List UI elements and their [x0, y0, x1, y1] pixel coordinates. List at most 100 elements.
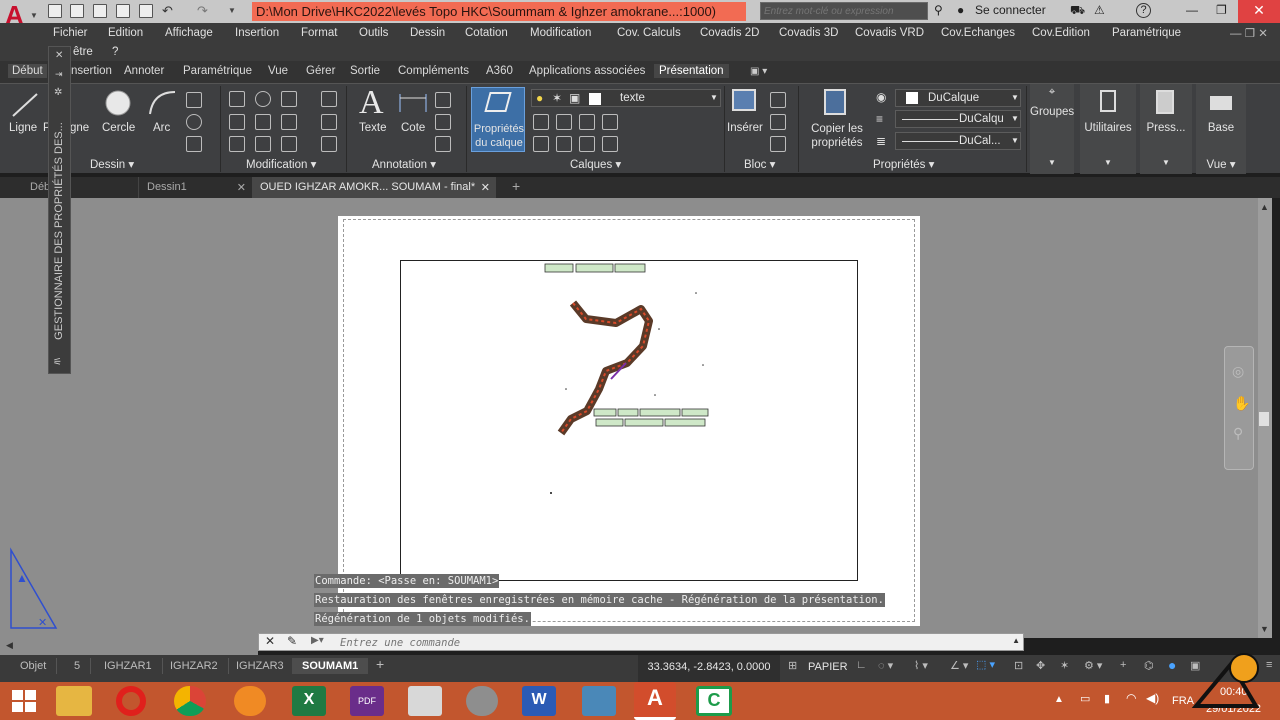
customize-icon[interactable]: ≡: [1266, 659, 1272, 671]
menu-item-12[interactable]: Covadis VRD: [855, 27, 924, 39]
layer-match-icon[interactable]: [533, 136, 549, 152]
ribbon-tab-2[interactable]: Annoter: [124, 65, 164, 77]
panel-bloc[interactable]: Bloc ▾: [744, 157, 775, 171]
photos-icon[interactable]: [582, 686, 616, 716]
move-icon[interactable]: [229, 91, 245, 107]
binoculars-icon[interactable]: ⚲: [934, 3, 943, 17]
doc-window-controls[interactable]: — ❐ ✕: [1230, 26, 1268, 40]
ribbon-tab-5[interactable]: Gérer: [306, 65, 335, 77]
offset-icon[interactable]: [321, 136, 337, 152]
tab-dessin1[interactable]: Dessin1 ✕: [138, 177, 250, 198]
menu-item-1[interactable]: Edition: [108, 27, 143, 39]
ribbon-tab-1[interactable]: nsertion: [71, 65, 112, 77]
wrench-icon[interactable]: ✎: [287, 634, 297, 648]
windows-start-icon[interactable]: [12, 690, 36, 712]
ribbon-tab-10[interactable]: Présentation: [654, 64, 729, 78]
exchange-icon[interactable]: ⚠: [1094, 3, 1105, 17]
menu-item-fenetre[interactable]: être: [73, 46, 93, 58]
panel-annotation[interactable]: Annotation ▾: [372, 157, 436, 171]
rotate-icon[interactable]: [255, 91, 271, 107]
new-tab-button[interactable]: +: [504, 177, 528, 198]
layer-off-icon[interactable]: [533, 114, 549, 130]
insert-block-icon[interactable]: [732, 89, 756, 111]
leader-icon[interactable]: [435, 114, 451, 130]
circle-icon[interactable]: [103, 88, 133, 118]
autocad-taskbar-icon[interactable]: A: [634, 682, 676, 720]
ortho-icon[interactable]: ∟: [856, 659, 867, 671]
pin-icon[interactable]: ⇥: [55, 69, 63, 80]
scroll-up-icon[interactable]: ▲: [1260, 202, 1269, 212]
ribbon-tab-3[interactable]: Paramétrique: [183, 65, 252, 77]
scroll-thumb[interactable]: [1259, 412, 1269, 426]
menu-item-13[interactable]: Cov.Echanges: [941, 27, 1015, 39]
edit-block-icon[interactable]: [770, 114, 786, 130]
layer-walk-icon[interactable]: [579, 136, 595, 152]
annotation-icon[interactable]: ⊡: [1014, 659, 1023, 672]
properties-manager-palette[interactable]: ✕ ⇥ ✲ GESTIONNAIRE DES PROPRIÉTÉS DES...…: [48, 46, 71, 374]
attribute-icon[interactable]: [770, 136, 786, 152]
menu-item-4[interactable]: Format: [301, 27, 337, 39]
menu-item-8[interactable]: Modification: [530, 27, 591, 39]
hatch-icon[interactable]: [186, 114, 202, 130]
mirror-icon[interactable]: [255, 114, 271, 130]
viewport[interactable]: [400, 260, 858, 581]
layer-freeze-icon[interactable]: [579, 114, 595, 130]
layout-tab-5[interactable]: 5: [64, 658, 92, 674]
vertical-scrollbar[interactable]: ▲ ▼: [1258, 198, 1272, 638]
polar-icon[interactable]: ◌ ▾: [878, 659, 893, 672]
chrome-icon[interactable]: [174, 686, 206, 716]
palette-menu-icon[interactable]: ⚟: [53, 357, 62, 368]
close-icon[interactable]: ✕: [265, 634, 275, 648]
menu-item-2[interactable]: Affichage: [165, 27, 213, 39]
ribbon-options-icon[interactable]: ▣ ▾: [750, 66, 767, 77]
circle-button[interactable]: Cercle: [102, 122, 135, 134]
ribbon-tab-0[interactable]: Début: [8, 64, 47, 78]
insert-button[interactable]: Insérer: [727, 122, 763, 134]
help-icon[interactable]: ?: [1136, 3, 1151, 18]
ribbon-tab-7[interactable]: Compléments: [398, 65, 469, 77]
coordinates-readout[interactable]: 33.3634, -2.8423, 0.0000: [638, 655, 780, 682]
tab-oued-ighzar[interactable]: OUED IGHZAR AMOKR... SOUMAM - final* ✕: [252, 177, 496, 198]
menu-item-15[interactable]: Paramétrique: [1112, 27, 1181, 39]
menu-item-10[interactable]: Covadis 2D: [700, 27, 759, 39]
scale-icon[interactable]: ✶: [1060, 659, 1069, 672]
zoom-icon[interactable]: ⚲: [1233, 425, 1243, 442]
scale-icon[interactable]: [255, 136, 271, 152]
undo-icon[interactable]: ↶: [162, 3, 173, 19]
panel-proprietes[interactable]: Propriétés ▾: [873, 157, 934, 171]
firefox-icon[interactable]: [234, 686, 266, 716]
ribbon-tab-9[interactable]: Applications associées: [529, 65, 645, 77]
menu-item-6[interactable]: Dessin: [410, 27, 445, 39]
layout-tab-model[interactable]: Objet: [10, 658, 58, 674]
color-dropdown[interactable]: DuCalque ▼: [895, 89, 1021, 107]
word-icon[interactable]: W: [522, 686, 556, 716]
clipboard-panel[interactable]: Press... ▼: [1140, 84, 1192, 174]
isolate-icon[interactable]: ⌬: [1144, 659, 1154, 672]
close-icon[interactable]: ✕: [237, 181, 246, 194]
layout-tab-ighzar3[interactable]: IGHZAR3: [226, 658, 295, 674]
layer-properties-button[interactable]: Propriétés du calque: [471, 87, 525, 152]
wifi-icon[interactable]: ◠: [1126, 691, 1136, 705]
text-button[interactable]: Texte: [359, 122, 387, 134]
layout-tab-soumam1[interactable]: SOUMAM1: [292, 658, 369, 674]
pdf-editor-icon[interactable]: PDF: [350, 686, 384, 716]
command-input[interactable]: [340, 636, 940, 649]
create-block-icon[interactable]: [770, 92, 786, 108]
close-icon[interactable]: ✕: [55, 50, 63, 61]
panel-calques[interactable]: Calques ▾: [570, 157, 621, 171]
plus-icon[interactable]: +: [1120, 659, 1126, 671]
ribbon-tab-4[interactable]: Vue: [268, 65, 288, 77]
command-prompt-icon[interactable]: ▶▾: [311, 635, 324, 646]
scroll-left-icon[interactable]: ◀: [6, 640, 13, 651]
trim-icon[interactable]: [281, 91, 297, 107]
chevron-up-icon[interactable]: ▲: [1012, 636, 1020, 645]
covadis-icon[interactable]: C: [696, 686, 732, 716]
user-icon[interactable]: ●: [957, 3, 964, 17]
menu-item-14[interactable]: Cov.Edition: [1032, 27, 1090, 39]
dimension-icon[interactable]: [398, 90, 428, 116]
layer-isolate-icon[interactable]: [556, 114, 572, 130]
excel-icon[interactable]: X: [292, 686, 326, 716]
navigation-bar[interactable]: ◎ ✋ ⚲: [1224, 346, 1254, 470]
rectangle-icon[interactable]: [186, 92, 202, 108]
table-icon[interactable]: [435, 136, 451, 152]
